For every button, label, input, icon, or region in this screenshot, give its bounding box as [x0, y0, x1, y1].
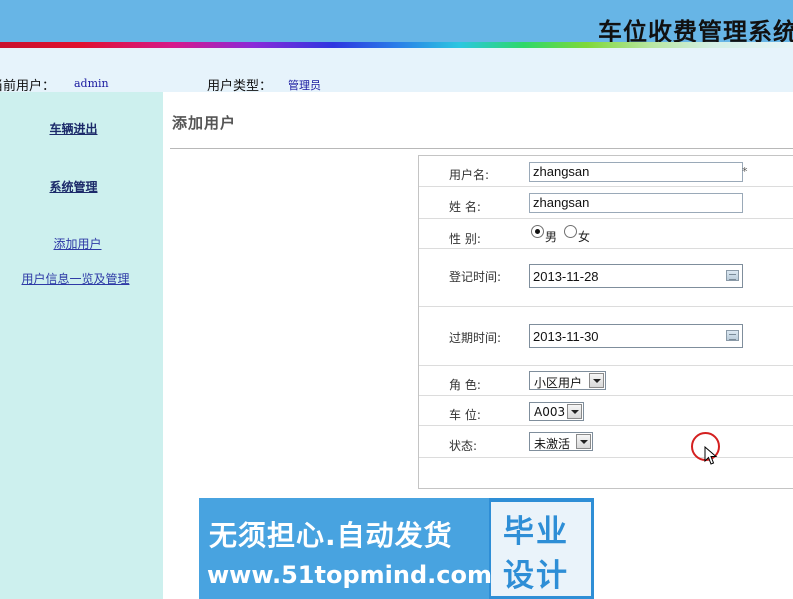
chevron-down-icon[interactable]	[576, 434, 591, 449]
watermark-banner: 无须担心.自动发货 www.51topmind.com 毕业 设计	[199, 498, 594, 599]
sidebar-section-vehicle-io[interactable]: 车辆进出	[0, 120, 147, 137]
parking-space-label: 车 位:	[449, 408, 481, 422]
calendar-icon[interactable]	[726, 270, 739, 281]
form-row-username: 用户名: zhangsan *	[419, 156, 793, 187]
name-input[interactable]: zhangsan	[529, 193, 743, 213]
sidebar-section-system-admin[interactable]: 系统管理	[0, 178, 147, 195]
app-header: 车位收费管理系统	[0, 0, 793, 42]
page-title: 添加用户	[172, 114, 237, 132]
parking-space-select-value: A003	[534, 405, 566, 419]
calendar-icon[interactable]	[726, 330, 739, 341]
form-row-register-time: 登记时间: 2013-11-28	[419, 249, 793, 307]
gender-male-radio[interactable]	[531, 225, 544, 238]
username-label: 用户名:	[449, 168, 490, 182]
title-divider	[170, 148, 793, 149]
user-info-bar: 当前用户： admin 用户类型： 管理员	[0, 48, 793, 94]
gender-female-radio[interactable]	[564, 225, 577, 238]
banner-left-panel: 无须担心.自动发货 www.51topmind.com	[199, 498, 492, 599]
form-row-gender: 性 别: 男 女	[419, 219, 793, 249]
mouse-cursor-icon	[704, 446, 718, 465]
sidebar-link-add-user[interactable]: 添加用户	[0, 235, 155, 252]
user-type-value: 管理员	[288, 79, 321, 92]
expire-time-input[interactable]: 2013-11-30	[529, 324, 743, 348]
banner-url: www.51topmind.com	[207, 561, 492, 589]
role-select[interactable]: 小区用户	[529, 371, 606, 390]
app-title: 车位收费管理系统	[598, 17, 793, 42]
banner-badge: 毕业 设计	[491, 502, 591, 596]
sidebar-link-user-list[interactable]: 用户信息一览及管理	[0, 270, 153, 287]
parking-space-select[interactable]: A003	[529, 402, 584, 421]
banner-badge-line2: 设计	[503, 558, 569, 594]
form-row-role: 角 色: 小区用户	[419, 366, 793, 396]
register-time-label: 登记时间:	[449, 270, 502, 284]
register-time-input[interactable]: 2013-11-28	[529, 264, 743, 288]
form-row-status: 状态: 未激活	[419, 426, 793, 458]
banner-badge-line1: 毕业	[503, 514, 569, 550]
expire-time-value: 2013-11-30	[533, 329, 599, 344]
register-time-value: 2013-11-28	[533, 269, 599, 284]
form-row-name: 姓 名: zhangsan	[419, 187, 793, 219]
add-user-form: 用户名: zhangsan * 姓 名: zhangsan 性 别: 男 女 登…	[418, 155, 793, 489]
gender-label: 性 别:	[449, 232, 481, 246]
name-label: 姓 名:	[449, 200, 481, 214]
user-type-label: 用户类型：	[207, 79, 273, 94]
form-row-parking-space: 车 位: A003	[419, 396, 793, 426]
gender-male-label: 男	[545, 230, 558, 244]
gender-female-label: 女	[578, 230, 591, 244]
status-select-value: 未激活	[534, 437, 571, 451]
role-label: 角 色:	[449, 378, 481, 392]
current-user-value: admin	[74, 77, 109, 90]
chevron-down-icon[interactable]	[589, 373, 604, 388]
form-row-expire-time: 过期时间: 2013-11-30	[419, 307, 793, 366]
banner-slogan: 无须担心.自动发货	[209, 519, 453, 552]
status-select[interactable]: 未激活	[529, 432, 593, 451]
username-input[interactable]: zhangsan	[529, 162, 743, 182]
expire-time-label: 过期时间:	[449, 331, 502, 345]
status-label: 状态:	[449, 439, 478, 453]
required-mark: *	[742, 165, 748, 178]
chevron-down-icon[interactable]	[567, 404, 582, 419]
sidebar: 车辆进出 系统管理 添加用户 用户信息一览及管理	[0, 92, 163, 599]
role-select-value: 小区用户	[534, 376, 583, 390]
